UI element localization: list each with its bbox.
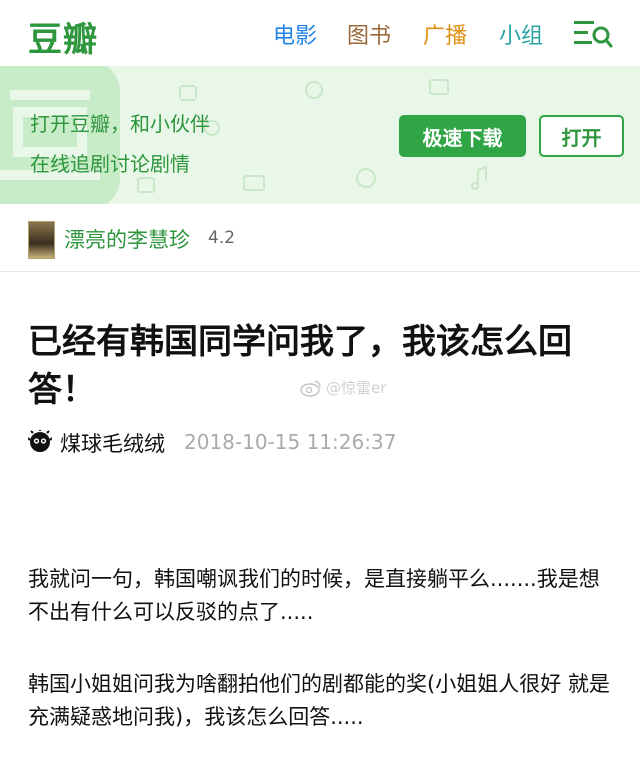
nav-movie[interactable]: 电影	[273, 18, 317, 50]
top-navigation: 豆瓣 电影 图书 广播 小组	[0, 0, 640, 66]
weibo-icon	[300, 379, 321, 397]
show-title[interactable]: 漂亮的李慧珍	[64, 224, 190, 254]
author-avatar[interactable]	[28, 430, 52, 454]
watermark-text: @惊雷er	[326, 379, 387, 397]
post-timestamp: 2018-10-15 11:26:37	[184, 430, 397, 454]
show-rating: 4.2	[208, 228, 236, 248]
article-title: 已经有韩国同学问我了，我该怎么回答！	[28, 322, 572, 410]
fast-download-button[interactable]: 极速下载	[399, 115, 526, 157]
article-paragraph-2: 韩国小姐姐问我为啥翻拍他们的剧都能的奖(小姐姐人很好 就是充满疑惑地问我)，我该…	[28, 672, 610, 729]
promo-text-line-2: 在线追剧讨论剧情	[30, 152, 190, 176]
show-poster[interactable]	[28, 221, 55, 259]
weibo-watermark: @惊雷er	[300, 377, 386, 398]
nav-group[interactable]: 小组	[499, 18, 543, 50]
related-show-row[interactable]: 漂亮的李慧珍 4.2	[0, 204, 640, 272]
app-promo-banner: 打开豆瓣，和小伙伴 在线追剧讨论剧情 极速下载 打开	[0, 66, 640, 204]
author-info: 煤球毛绒绒 2018-10-15 11:26:37	[28, 428, 628, 456]
article-paragraph-1: 我就问一句，韩国嘲讽我们的时候，是直接躺平么.......我是想不出有什么可以反…	[28, 567, 600, 624]
author-name[interactable]: 煤球毛绒绒	[60, 428, 165, 458]
promo-text-line-1: 打开豆瓣，和小伙伴	[30, 112, 210, 136]
douban-logo[interactable]: 豆瓣	[28, 12, 98, 61]
menu-search-icon[interactable]	[573, 18, 613, 48]
open-app-button[interactable]: 打开	[539, 115, 624, 157]
nav-book[interactable]: 图书	[347, 18, 391, 50]
nav-radio[interactable]: 广播	[423, 18, 467, 50]
